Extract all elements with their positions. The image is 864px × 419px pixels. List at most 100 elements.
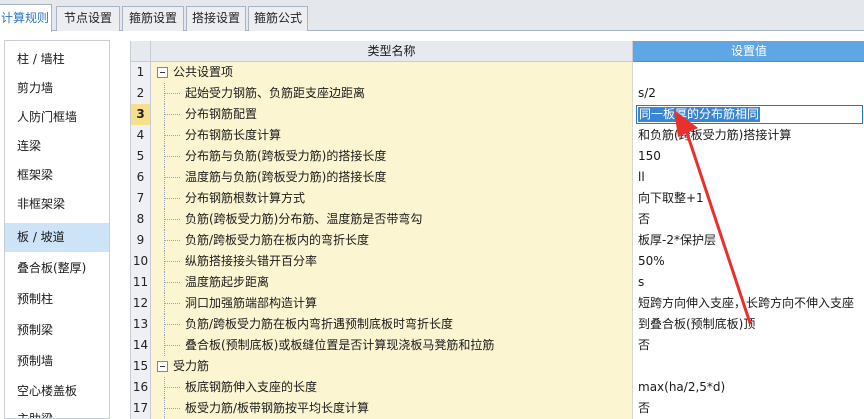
collapse-icon[interactable] bbox=[157, 67, 168, 78]
row-label: 分布钢筋根数计算方式 bbox=[185, 191, 306, 205]
row-label: 负筋/跨板受力筋在板内弯折遇预制底板时弯折长度 bbox=[185, 317, 454, 331]
row-value-cell[interactable]: s bbox=[633, 272, 864, 293]
row-value-cell[interactable]: 150 bbox=[633, 146, 864, 167]
tab-calc-rules[interactable]: 计算规则 bbox=[0, 4, 52, 32]
row-label: 温度筋与负筋(跨板受力筋)的搭接长度 bbox=[185, 170, 387, 184]
tab-stirrup-formula[interactable]: 箍筋公式 bbox=[248, 6, 308, 31]
table-row[interactable]: 16 板底钢筋伸入支座的长度 max(ha/2,5*d) bbox=[131, 377, 864, 398]
table-row-selected[interactable]: 3 分布钢筋配置 同一板厚的分布筋相同 bbox=[131, 104, 864, 125]
table-row[interactable]: 5 分布筋与负筋(跨板受力筋)的搭接长度 150 bbox=[131, 146, 864, 167]
row-number: 7 bbox=[131, 188, 151, 209]
sidebar-item-shear-wall[interactable]: 剪力墙 bbox=[5, 74, 109, 103]
row-number: 16 bbox=[131, 377, 151, 398]
group-label: 公共设置项 bbox=[173, 65, 234, 79]
table-row[interactable]: 10 纵筋搭接接头错开百分率 50% bbox=[131, 251, 864, 272]
row-name-cell: 分布筋与负筋(跨板受力筋)的搭接长度 bbox=[151, 146, 633, 167]
settings-grid: 类型名称 设置值 1 公共设置项 2 起始受力钢筋、负筋距支座边距离 s/2 3… bbox=[130, 41, 864, 419]
table-row[interactable]: 15 受力筋 bbox=[131, 356, 864, 377]
row-label: 洞口加强筋端部构造计算 bbox=[185, 296, 318, 310]
tab-stirrup-settings[interactable]: 箍筋设置 bbox=[122, 6, 184, 31]
sidebar-item-main-rib-beam[interactable]: 主肋梁 bbox=[5, 405, 109, 418]
row-name-cell: 温度筋与负筋(跨板受力筋)的搭接长度 bbox=[151, 167, 633, 188]
sidebar-item-precast-column[interactable]: 预制柱 bbox=[5, 285, 109, 314]
table-row[interactable]: 4 分布钢筋长度计算 和负筋(跨板受力筋)搭接计算 bbox=[131, 125, 864, 146]
sidebar-item-coupling-beam[interactable]: 连梁 bbox=[5, 132, 109, 161]
row-value-cell[interactable]: 到叠合板(预制底板)顶 bbox=[633, 314, 864, 335]
row-value-cell[interactable]: 否 bbox=[633, 335, 864, 356]
row-label: 叠合板(预制底板)或板缝位置是否计算现浇板马凳筋和拉筋 bbox=[185, 338, 495, 352]
value-edit-box[interactable]: 同一板厚的分布筋相同 bbox=[636, 105, 863, 124]
row-value-cell[interactable]: 和负筋(跨板受力筋)搭接计算 bbox=[633, 125, 864, 146]
tab-strip: 计算规则 节点设置 箍筋设置 搭接设置 箍筋公式 bbox=[0, 0, 864, 32]
row-number: 4 bbox=[131, 125, 151, 146]
row-number: 12 bbox=[131, 293, 151, 314]
row-value-cell[interactable]: s/2 bbox=[633, 83, 864, 104]
row-label: 板底钢筋伸入支座的长度 bbox=[185, 380, 318, 394]
grid-corner bbox=[131, 41, 151, 62]
row-name-cell: 分布钢筋配置 bbox=[151, 104, 633, 125]
row-number: 6 bbox=[131, 167, 151, 188]
row-number: 5 bbox=[131, 146, 151, 167]
sidebar-item-composite-slab[interactable]: 叠合板(整厚) bbox=[5, 254, 109, 283]
sidebar-item-precast-beam[interactable]: 预制梁 bbox=[5, 316, 109, 345]
sidebar-item-non-frame-beam[interactable]: 非框架梁 bbox=[5, 190, 109, 219]
row-number: 14 bbox=[131, 335, 151, 356]
collapse-icon[interactable] bbox=[157, 361, 168, 372]
row-value-cell[interactable]: 同一板厚的分布筋相同 bbox=[633, 104, 864, 125]
row-name-cell: 负筋/跨板受力筋在板内弯折遇预制底板时弯折长度 bbox=[151, 314, 633, 335]
row-name-cell: 分布钢筋长度计算 bbox=[151, 125, 633, 146]
table-row[interactable]: 7 分布钢筋根数计算方式 向下取整+1 bbox=[131, 188, 864, 209]
row-number: 11 bbox=[131, 272, 151, 293]
sidebar-item-frame-beam[interactable]: 框架梁 bbox=[5, 161, 109, 190]
tab-lap-settings[interactable]: 搭接设置 bbox=[186, 6, 246, 31]
table-row[interactable]: 12 洞口加强筋端部构造计算 短跨方向伸入支座，长跨方向不伸入支座 bbox=[131, 293, 864, 314]
row-name-cell: 叠合板(预制底板)或板缝位置是否计算现浇板马凳筋和拉筋 bbox=[151, 335, 633, 356]
row-value-cell[interactable]: 板厚-2*保护层 bbox=[633, 230, 864, 251]
row-value-cell[interactable]: 向下取整+1 bbox=[633, 188, 864, 209]
row-name-cell: 温度筋起步距离 bbox=[151, 272, 633, 293]
row-label: 纵筋搭接接头错开百分率 bbox=[185, 254, 318, 268]
table-row[interactable]: 14 叠合板(预制底板)或板缝位置是否计算现浇板马凳筋和拉筋 否 bbox=[131, 335, 864, 356]
value-edit-text[interactable]: 同一板厚的分布筋相同 bbox=[638, 107, 761, 122]
table-row[interactable]: 11 温度筋起步距离 s bbox=[131, 272, 864, 293]
row-value-cell[interactable] bbox=[633, 356, 864, 377]
sidebar-item-civil-defense-door-wall[interactable]: 人防门框墙 bbox=[5, 103, 109, 132]
column-header-type-name[interactable]: 类型名称 bbox=[151, 41, 633, 62]
row-name-cell: 纵筋搭接接头错开百分率 bbox=[151, 251, 633, 272]
sidebar-item-column[interactable]: 柱 / 墙柱 bbox=[5, 45, 109, 74]
row-number: 15 bbox=[131, 356, 151, 377]
sidebar-item-slab-ramp[interactable]: 板 / 坡道 bbox=[5, 223, 109, 252]
row-number: 9 bbox=[131, 230, 151, 251]
row-value-cell[interactable]: 50% bbox=[633, 251, 864, 272]
row-value-cell[interactable]: 否 bbox=[633, 398, 864, 419]
table-row[interactable]: 2 起始受力钢筋、负筋距支座边距离 s/2 bbox=[131, 83, 864, 104]
tab-node-settings[interactable]: 节点设置 bbox=[56, 6, 120, 31]
row-label: 负筋(跨板受力筋)分布筋、温度筋是否带弯勾 bbox=[185, 212, 423, 226]
table-row[interactable]: 13 负筋/跨板受力筋在板内弯折遇预制底板时弯折长度 到叠合板(预制底板)顶 bbox=[131, 314, 864, 335]
sidebar-item-precast-wall[interactable]: 预制墙 bbox=[5, 347, 109, 376]
table-row[interactable]: 6 温度筋与负筋(跨板受力筋)的搭接长度 ll bbox=[131, 167, 864, 188]
row-value-cell[interactable]: 短跨方向伸入支座，长跨方向不伸入支座 bbox=[633, 293, 864, 314]
row-name-cell: 洞口加强筋端部构造计算 bbox=[151, 293, 633, 314]
table-row[interactable]: 17 板受力筋/板带钢筋按平均长度计算 否 bbox=[131, 398, 864, 419]
row-name-cell: 板底钢筋伸入支座的长度 bbox=[151, 377, 633, 398]
row-value-cell[interactable]: 否 bbox=[633, 209, 864, 230]
row-name-cell: 受力筋 bbox=[151, 356, 633, 377]
row-number: 13 bbox=[131, 314, 151, 335]
row-number: 2 bbox=[131, 83, 151, 104]
sidebar-item-hollow-floor-slab[interactable]: 空心楼盖板 bbox=[5, 377, 109, 406]
row-label: 分布钢筋配置 bbox=[185, 107, 258, 121]
table-row[interactable]: 1 公共设置项 bbox=[131, 62, 864, 83]
column-header-setting-value[interactable]: 设置值 bbox=[633, 41, 864, 62]
row-label: 起始受力钢筋、负筋距支座边距离 bbox=[185, 86, 366, 100]
row-label: 分布筋与负筋(跨板受力筋)的搭接长度 bbox=[185, 149, 387, 163]
row-value-cell[interactable]: ll bbox=[633, 167, 864, 188]
row-label: 温度筋起步距离 bbox=[185, 275, 270, 289]
row-name-cell: 负筋/跨板受力筋在板内的弯折长度 bbox=[151, 230, 633, 251]
row-label: 负筋/跨板受力筋在板内的弯折长度 bbox=[185, 233, 370, 247]
table-row[interactable]: 9 负筋/跨板受力筋在板内的弯折长度 板厚-2*保护层 bbox=[131, 230, 864, 251]
row-value-cell[interactable] bbox=[633, 62, 864, 83]
table-row[interactable]: 8 负筋(跨板受力筋)分布筋、温度筋是否带弯勾 否 bbox=[131, 209, 864, 230]
component-type-list: 柱 / 墙柱 剪力墙 人防门框墙 连梁 框架梁 非框架梁 板 / 坡道 叠合板(… bbox=[4, 40, 110, 419]
row-value-cell[interactable]: max(ha/2,5*d) bbox=[633, 377, 864, 398]
